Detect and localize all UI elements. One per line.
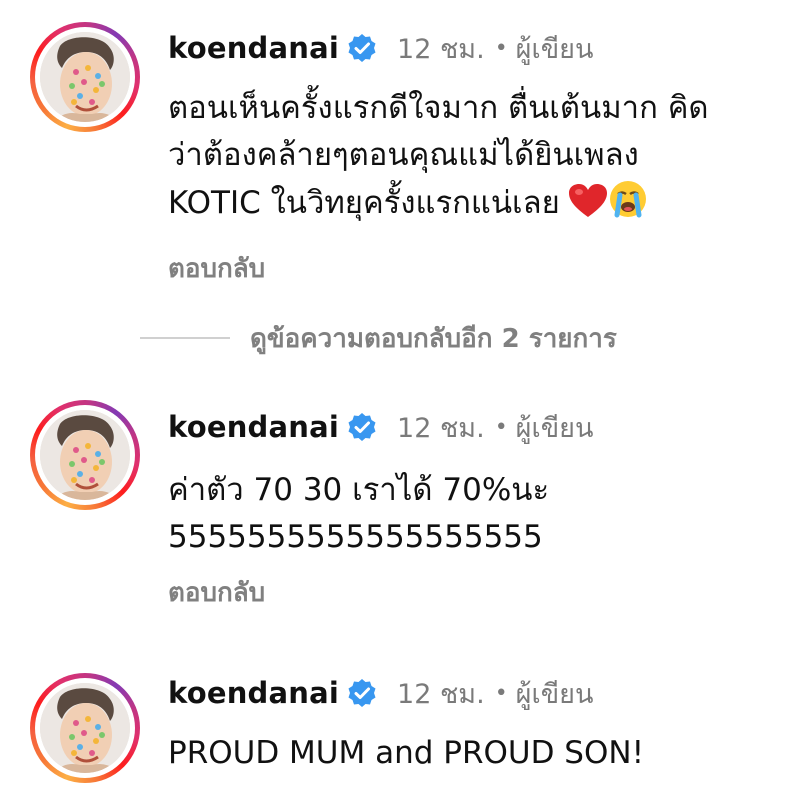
comment-header: koendanai 12 ชม. • ผู้เขียน	[168, 673, 593, 713]
avatar-portrait-icon	[40, 32, 130, 122]
verified-badge-icon	[348, 679, 376, 707]
verified-badge-icon	[348, 34, 376, 62]
username[interactable]: koendanai	[168, 31, 339, 65]
red-heart-icon	[568, 184, 607, 217]
comment-text: PROUD MUM and PROUD SON!	[168, 730, 778, 777]
comment-timestamp: 12 ชม.	[397, 678, 485, 710]
avatar-ring-gap	[35, 27, 135, 127]
username[interactable]: koendanai	[168, 676, 339, 710]
comment-text-line: PROUD MUM and PROUD SON!	[168, 735, 645, 771]
divider-line	[140, 337, 230, 339]
comment-header: koendanai 12 ชม. • ผู้เขียน	[168, 28, 593, 68]
separator-dot: •	[494, 35, 508, 61]
separator-dot: •	[494, 680, 508, 706]
comment-text: ค่าตัว 70 30 เราได้ 70%นะ 55555555555555…	[168, 467, 778, 561]
comment-text-line: ค่าตัว 70 30 เราได้ 70%นะ	[168, 472, 550, 508]
username[interactable]: koendanai	[168, 410, 339, 444]
comment-timestamp: 12 ชม.	[397, 33, 485, 65]
reply-button[interactable]: ตอบกลับ	[168, 572, 265, 613]
avatar-image	[40, 683, 130, 773]
avatar-image	[40, 410, 130, 500]
author-badge: ผู้เขียน	[515, 678, 594, 710]
avatar[interactable]	[30, 673, 140, 783]
separator-dot: •	[494, 414, 508, 440]
avatar-ring-gap	[35, 405, 135, 505]
comment-text-line: ตอนเห็นครั้งแรกดีใจมาก ตื่นเต้นมาก คิด	[168, 90, 709, 126]
author-badge: ผู้เขียน	[515, 412, 594, 444]
view-more-replies-button[interactable]: ดูข้อความตอบกลับอีก 2 รายการ	[140, 318, 617, 358]
loudly-crying-face-icon	[609, 181, 646, 218]
verified-badge-icon	[348, 413, 376, 441]
avatar[interactable]	[30, 22, 140, 132]
comment-text-line: KOTIC ในวิทยุครั้งแรกแน่เลย	[168, 185, 560, 221]
author-badge: ผู้เขียน	[515, 33, 594, 65]
avatar-portrait-icon	[40, 410, 130, 500]
comment-text-line-with-emoji: KOTIC ในวิทยุครั้งแรกแน่เลย	[168, 179, 778, 227]
comment-timestamp: 12 ชม.	[397, 412, 485, 444]
comment-text: ตอนเห็นครั้งแรกดีใจมาก ตื่นเต้นมาก คิด ว…	[168, 85, 778, 227]
view-more-replies-label: ดูข้อความตอบกลับอีก 2 รายการ	[250, 323, 617, 354]
comment-header: koendanai 12 ชม. • ผู้เขียน	[168, 407, 593, 447]
avatar-ring-gap	[35, 678, 135, 778]
comment-text-line: ว่าต้องคล้ายๆตอนคุณแม่ได้ยินเพลง	[168, 137, 639, 173]
reply-button[interactable]: ตอบกลับ	[168, 248, 265, 289]
avatar-image	[40, 32, 130, 122]
avatar[interactable]	[30, 400, 140, 510]
comment-text-line: 5555555555555555555	[168, 519, 543, 555]
avatar-portrait-icon	[40, 683, 130, 773]
